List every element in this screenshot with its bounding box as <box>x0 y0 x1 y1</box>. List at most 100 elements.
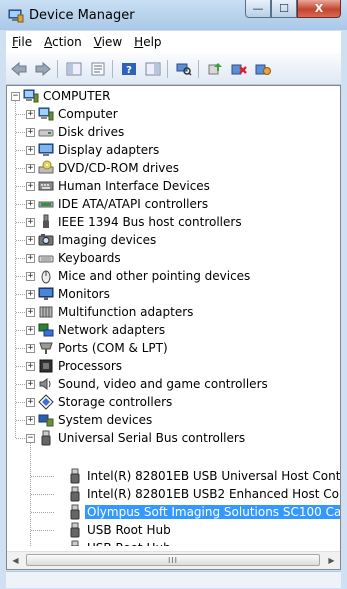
tree-usb-device-item[interactable]: Olympus Soft Imaging Solutions SC100 Cam… <box>55 503 340 521</box>
tree-item-label: DVD/CD-ROM drives <box>58 161 180 175</box>
expand-toggle[interactable]: + <box>26 271 35 281</box>
tree-item-label: IDE ATA/ATAPI controllers <box>58 197 209 211</box>
device-manager-icon <box>8 8 24 23</box>
scroll-left-arrow[interactable]: ◀ <box>7 552 24 569</box>
tree-category-item[interactable]: + Sound, video and game controllers <box>26 375 268 393</box>
expand-toggle[interactable]: + <box>26 253 35 263</box>
collapse-toggle[interactable]: − <box>11 91 20 101</box>
tree-category-item[interactable]: + Multifunction adapters <box>26 303 193 321</box>
help-icon[interactable]: ? <box>120 61 138 77</box>
window-title: Device Manager <box>29 8 135 23</box>
scan-hardware-icon[interactable] <box>175 61 193 77</box>
tree-item-label: USB Root Hub <box>87 523 171 537</box>
usb-device-icon <box>67 486 83 502</box>
tree-category-item[interactable]: − Universal Serial Bus controllers <box>26 429 245 447</box>
maximize-button[interactable]: ☐ <box>271 0 297 18</box>
tree-category-item[interactable]: + Ports (COM & LPT) <box>26 339 168 357</box>
expand-toggle[interactable]: + <box>26 415 35 425</box>
tree-item-label: Ports (COM & LPT) <box>58 341 168 355</box>
ieee-device-icon <box>38 214 54 230</box>
expand-toggle[interactable]: + <box>26 325 35 335</box>
expand-toggle[interactable]: + <box>26 199 35 209</box>
expand-toggle[interactable]: + <box>26 217 35 227</box>
tree-category-item[interactable]: + DVD/CD-ROM drives <box>26 159 179 177</box>
tree-item-label: Display adapters <box>58 143 160 157</box>
usb-device-icon <box>67 504 83 520</box>
collapse-toggle[interactable]: − <box>26 433 35 443</box>
expand-toggle[interactable]: + <box>26 235 35 245</box>
expand-toggle[interactable]: + <box>26 109 35 119</box>
title-bar[interactable]: Device Manager — ☐ X <box>0 0 347 30</box>
tree-usb-device-item[interactable]: USB Root Hub <box>55 539 171 546</box>
view-icon[interactable] <box>144 61 162 77</box>
device-tree[interactable]: − COMPUTER + Computer + Disk drives + Display a… <box>7 86 340 546</box>
tree-category-item[interactable]: + Computer <box>26 105 118 123</box>
computer-device-icon <box>38 106 54 122</box>
tree-usb-device-item[interactable]: USB Root Hub <box>55 521 171 539</box>
scroll-right-arrow[interactable]: ▶ <box>323 552 340 569</box>
scrollbar-thumb[interactable]: III <box>26 554 320 566</box>
expand-toggle[interactable]: + <box>26 361 35 371</box>
svg-text:?: ? <box>126 65 132 76</box>
expand-toggle[interactable]: + <box>26 307 35 317</box>
tree-item-label: Disk drives <box>58 125 125 139</box>
expand-toggle[interactable]: + <box>26 181 35 191</box>
tree-root-computer[interactable]: − COMPUTER <box>11 87 110 105</box>
minimize-button[interactable]: — <box>245 0 271 18</box>
tree-category-item[interactable]: + Network adapters <box>26 321 165 339</box>
tree-category-item[interactable]: + Processors <box>26 357 122 375</box>
expand-toggle[interactable]: + <box>26 127 35 137</box>
tree-item-label: Monitors <box>58 287 110 301</box>
menu-help[interactable]: Help <box>134 35 161 49</box>
forward-icon[interactable] <box>34 61 52 77</box>
storage-device-icon <box>38 394 54 410</box>
tree-category-item[interactable]: + Monitors <box>26 285 110 303</box>
multi-device-icon <box>38 304 54 320</box>
tree-item-label: COMPUTER <box>43 89 111 103</box>
usb-device-icon <box>38 430 54 446</box>
usb-device-icon <box>67 522 83 538</box>
tree-item-label: IEEE 1394 Bus host controllers <box>58 215 242 229</box>
tree-usb-device-item[interactable]: Intel(R) 82801EB USB2 Enhanced Host Cont… <box>55 485 340 503</box>
tree-category-item[interactable]: + Display adapters <box>26 141 159 159</box>
tree-category-item[interactable]: + System devices <box>26 411 152 429</box>
tree-category-item[interactable]: + Mice and other pointing devices <box>26 267 250 285</box>
expand-toggle[interactable]: + <box>26 289 35 299</box>
tree-category-item[interactable]: + Storage controllers <box>26 393 172 411</box>
tree-item-label: Storage controllers <box>58 395 173 409</box>
toolbar-separator <box>198 59 199 78</box>
toolbar: ? <box>6 53 341 85</box>
menu-bar: File Action View Help <box>6 31 341 53</box>
monitor-device-icon <box>38 286 54 302</box>
update-driver-icon[interactable] <box>206 61 224 77</box>
network-device-icon <box>38 322 54 338</box>
horizontal-scrollbar[interactable]: ◀ III ▶ <box>7 551 340 569</box>
expand-toggle[interactable]: + <box>26 145 35 155</box>
show-hide-tree-icon[interactable] <box>65 61 83 77</box>
expand-toggle[interactable]: + <box>26 163 35 173</box>
tree-category-item[interactable]: + Keyboards <box>26 249 121 267</box>
tree-category-item[interactable]: + Human Interface Devices <box>26 177 210 195</box>
close-button[interactable]: X <box>297 0 341 18</box>
menu-file[interactable]: File <box>12 35 32 49</box>
tree-item-label: Multifunction adapters <box>58 305 194 319</box>
toolbar-separator <box>112 59 113 78</box>
expand-toggle[interactable]: + <box>26 397 35 407</box>
usb-device-icon <box>67 540 83 546</box>
tree-category-item[interactable]: + IDE ATA/ATAPI controllers <box>26 195 208 213</box>
menu-view[interactable]: View <box>94 35 122 49</box>
expand-toggle[interactable]: + <box>26 343 35 353</box>
toolbar-separator <box>57 59 58 78</box>
uninstall-icon[interactable] <box>230 61 248 77</box>
menu-action[interactable]: Action <box>44 35 82 49</box>
expand-toggle[interactable]: + <box>26 379 35 389</box>
disable-device-icon[interactable] <box>254 61 272 77</box>
tree-category-item[interactable]: + Disk drives <box>26 123 124 141</box>
properties-icon[interactable] <box>89 61 107 77</box>
tree-category-item[interactable]: + Imaging devices <box>26 231 156 249</box>
tree-category-item[interactable]: + IEEE 1394 Bus host controllers <box>26 213 242 231</box>
tree-usb-device-item[interactable]: Intel(R) 82801EB USB Universal Host Cont… <box>55 467 340 485</box>
tree-item-label: Sound, video and game controllers <box>58 377 268 391</box>
status-bar <box>6 571 341 588</box>
back-icon[interactable] <box>10 61 28 77</box>
